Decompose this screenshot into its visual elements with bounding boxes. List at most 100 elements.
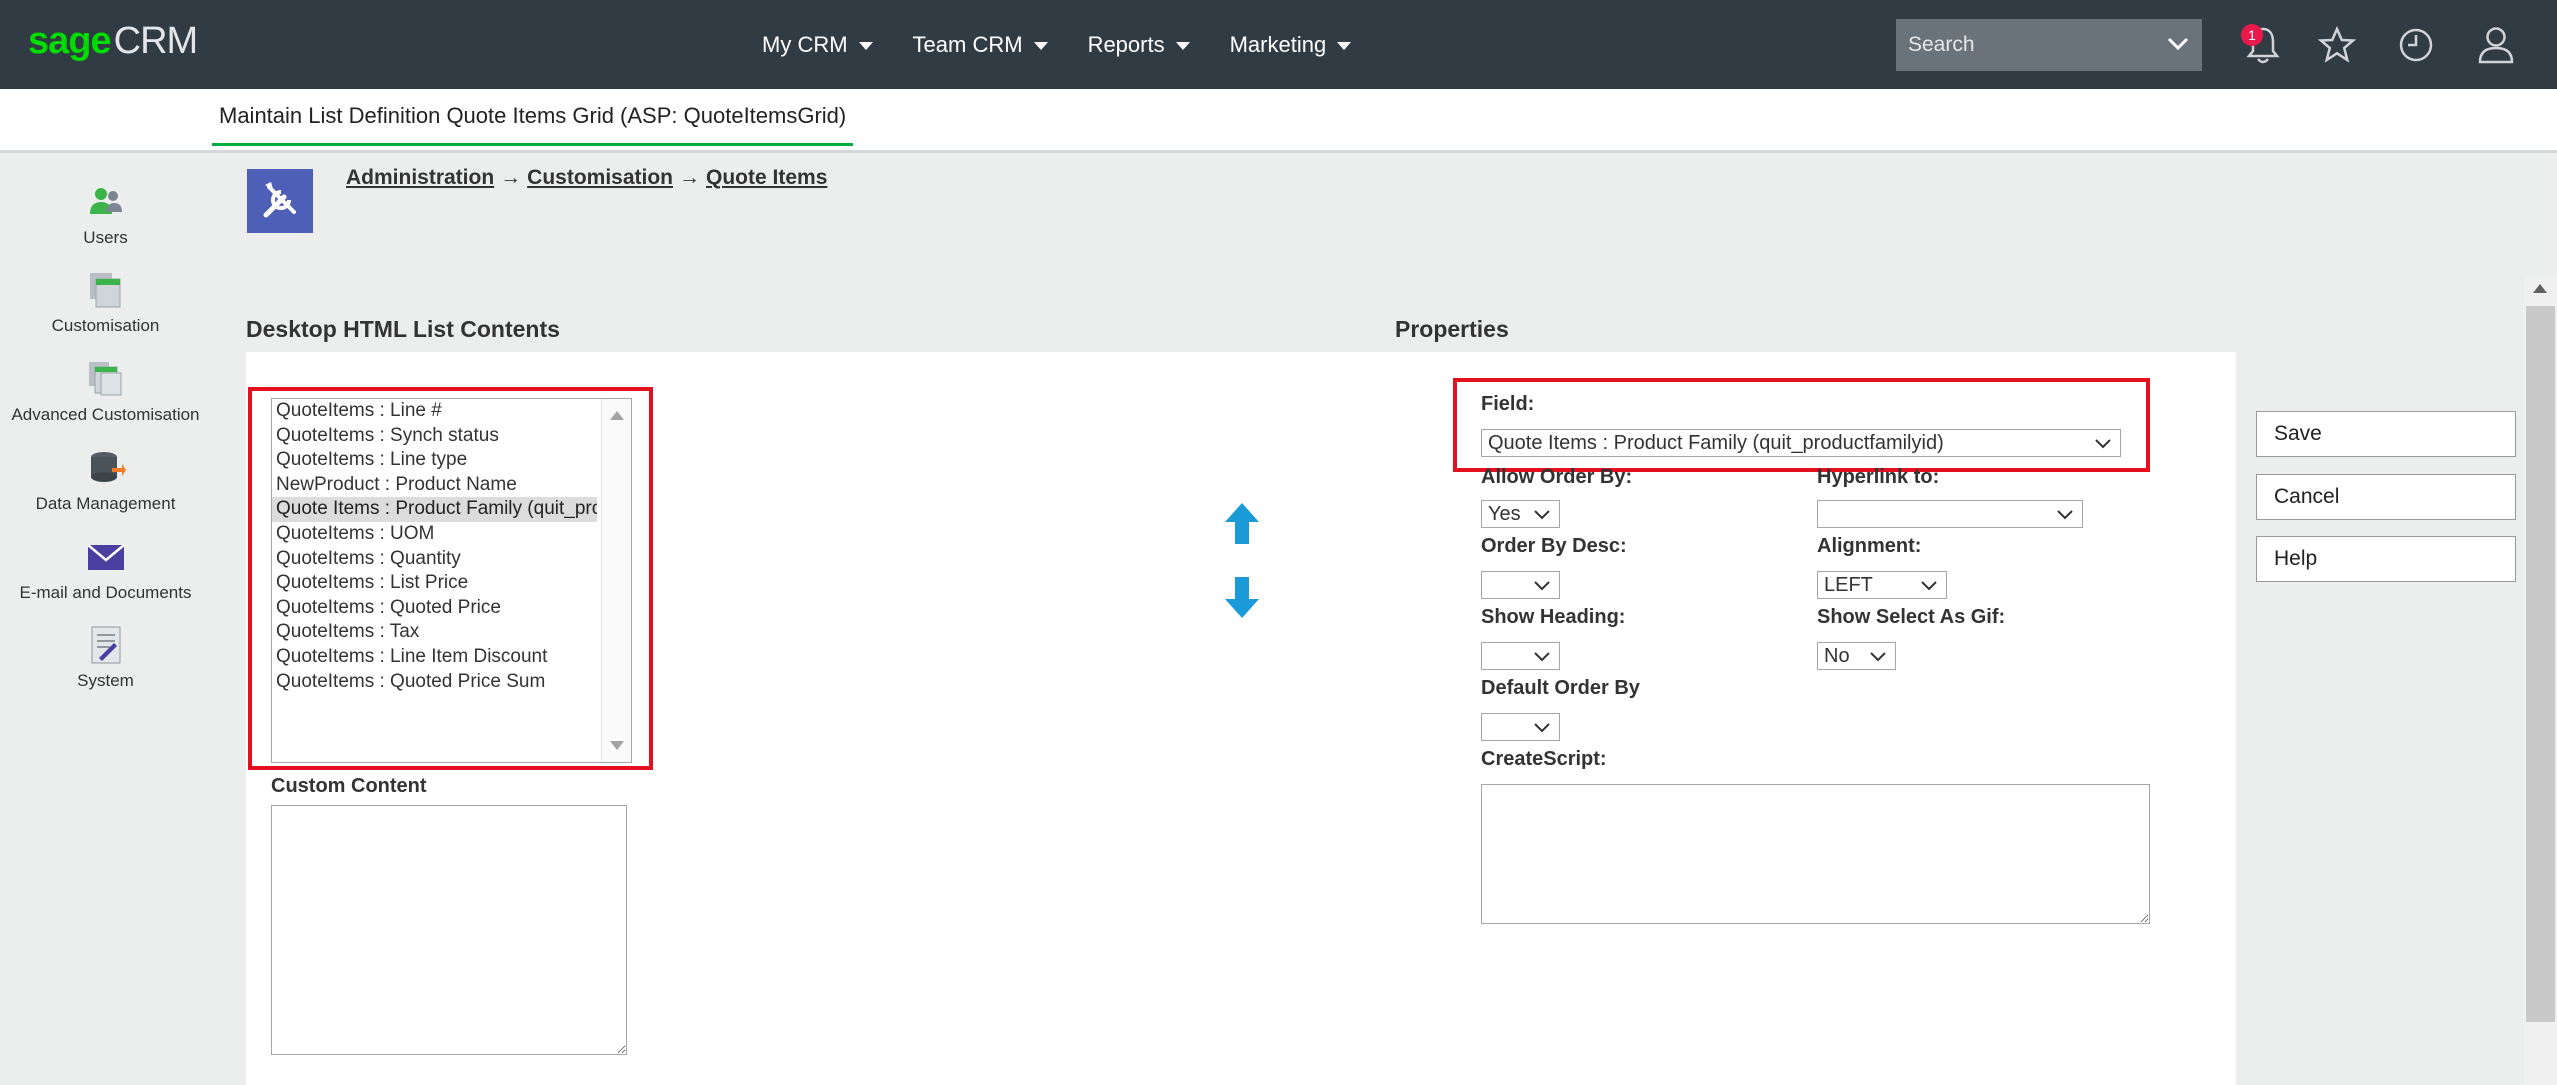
sage-crm-logo[interactable]: sageCRM — [28, 20, 198, 63]
sidebar-item-users[interactable]: Users — [0, 182, 211, 248]
page-title-bar: Maintain List Definition Quote Items Gri… — [0, 89, 2557, 153]
favourites-star-icon[interactable] — [2314, 22, 2360, 68]
order-by-desc-select[interactable] — [1481, 571, 1560, 599]
breadcrumb-customisation[interactable]: Customisation — [527, 166, 673, 189]
alignment-select[interactable]: LEFT — [1817, 571, 1947, 599]
list-item[interactable]: QuoteItems : Line type — [272, 448, 597, 473]
menu-my-crm[interactable]: My CRM — [762, 32, 873, 58]
move-up-arrow-icon[interactable] — [1224, 502, 1260, 546]
chevron-down-icon[interactable] — [2166, 33, 2190, 55]
allow-order-by-select[interactable]: Yes — [1481, 500, 1560, 528]
notification-count-badge: 1 — [2241, 24, 2263, 46]
top-navigation-bar: sageCRM My CRM Team CRM Reports Marketin… — [0, 0, 2557, 89]
list-item[interactable]: QuoteItems : Synch status — [272, 424, 597, 449]
breadcrumb-separator: → — [679, 166, 701, 189]
menu-reports-label: Reports — [1087, 31, 1165, 57]
sidebar-item-system[interactable]: System — [0, 625, 211, 691]
scrollbar-thumb[interactable] — [2526, 306, 2555, 1022]
show-select-as-gif-value: No — [1824, 645, 1850, 667]
list-item[interactable]: QuoteItems : Quoted Price Sum — [272, 670, 597, 695]
data-management-icon — [90, 452, 126, 482]
sidebar-item-label: Customisation — [51, 316, 160, 335]
sidebar-item-customisation[interactable]: Customisation — [0, 270, 211, 336]
list-item[interactable]: QuoteItems : Line # — [272, 399, 597, 424]
system-icon — [91, 626, 120, 664]
alignment-value: LEFT — [1824, 574, 1873, 596]
scroll-down-arrow-icon[interactable] — [610, 741, 624, 750]
breadcrumb-administration[interactable]: Administration — [346, 166, 494, 189]
hyperlink-to-select[interactable] — [1817, 500, 2083, 528]
menu-my-crm-label: My CRM — [762, 31, 848, 57]
listbox-scrollbar[interactable] — [601, 399, 631, 762]
list-item[interactable]: QuoteItems : Quoted Price — [272, 596, 597, 621]
cancel-button[interactable]: Cancel — [2256, 474, 2516, 520]
list-item[interactable]: QuoteItems : List Price — [272, 571, 597, 596]
scroll-up-arrow-icon[interactable] — [2533, 284, 2547, 293]
sidebar-item-label: System — [77, 671, 134, 690]
advanced-customisation-icon — [88, 362, 121, 396]
list-item[interactable]: QuoteItems : UOM — [272, 522, 597, 547]
envelope-icon — [86, 544, 125, 570]
sidebar-item-label: Data Management — [35, 494, 176, 513]
menu-marketing[interactable]: Marketing — [1230, 32, 1352, 58]
list-item[interactable]: QuoteItems : Quantity — [272, 547, 597, 572]
field-highlight-frame — [1453, 378, 2150, 472]
search-input[interactable] — [1896, 33, 2146, 57]
default-order-by-select[interactable] — [1481, 713, 1560, 741]
show-select-as-gif-select[interactable]: No — [1817, 642, 1896, 670]
chevron-down-icon — [2095, 439, 2111, 449]
show-select-as-gif-label: Show Select As Gif: — [1817, 606, 2006, 628]
save-button[interactable]: Save — [2256, 411, 2516, 457]
user-profile-icon[interactable] — [2473, 22, 2519, 68]
sidebar-item-label: E-mail and Documents — [19, 583, 192, 602]
breadcrumb: Administration → Customisation → Quote Items — [346, 166, 827, 190]
caret-down-icon — [1033, 41, 1048, 50]
hyperlink-to-label: Hyperlink to: — [1817, 466, 1940, 488]
chevron-down-icon — [1870, 652, 1886, 662]
move-down-arrow-icon[interactable] — [1224, 575, 1260, 619]
admin-sidebar: Users Customisation Advanced Customisati… — [0, 156, 211, 1085]
search-box — [1896, 19, 2202, 71]
create-script-textarea[interactable] — [1481, 784, 2150, 924]
menu-team-crm[interactable]: Team CRM — [913, 32, 1048, 58]
list-contents-heading: Desktop HTML List Contents — [246, 316, 560, 342]
page-scrollbar[interactable] — [2524, 276, 2557, 1085]
sidebar-item-label: Advanced Customisation — [11, 405, 200, 424]
administration-tools-icon — [247, 169, 313, 233]
breadcrumb-quote-items[interactable]: Quote Items — [706, 166, 827, 189]
list-item[interactable]: QuoteItems : Tax — [272, 620, 597, 645]
sidebar-item-data-management[interactable]: Data Management — [0, 448, 211, 514]
sidebar-item-advanced-customisation[interactable]: Advanced Customisation — [0, 359, 211, 425]
show-heading-select[interactable] — [1481, 642, 1560, 670]
chevron-down-icon — [1534, 581, 1550, 591]
menu-marketing-label: Marketing — [1229, 31, 1327, 57]
page-title-tab[interactable]: Maintain List Definition Quote Items Gri… — [212, 103, 854, 146]
caret-down-icon — [1337, 41, 1352, 50]
chevron-down-icon — [1534, 510, 1550, 520]
logo-brand: sage — [28, 20, 112, 62]
create-script-label: CreateScript: — [1481, 748, 1607, 770]
help-button[interactable]: Help — [2256, 536, 2516, 582]
order-by-desc-label: Order By Desc: — [1481, 535, 1627, 557]
main-menu: My CRM Team CRM Reports Marketing — [762, 0, 1391, 89]
list-item[interactable]: QuoteItems : Line Item Discount — [272, 645, 597, 670]
sidebar-item-label: Users — [83, 228, 128, 247]
field-label: Field: — [1481, 393, 1535, 415]
sidebar-item-email-and-documents[interactable]: E-mail and Documents — [0, 537, 211, 603]
breadcrumb-separator: → — [500, 166, 522, 189]
caret-down-icon — [1175, 41, 1190, 50]
scroll-up-arrow-icon[interactable] — [610, 411, 624, 420]
field-select-value: Quote Items : Product Family (quit_produ… — [1488, 432, 1944, 454]
list-contents-listbox[interactable]: QuoteItems : Line # QuoteItems : Synch s… — [271, 398, 632, 763]
list-item[interactable]: NewProduct : Product Name — [272, 473, 597, 498]
allow-order-by-label: Allow Order By: — [1481, 466, 1633, 488]
chevron-down-icon — [1534, 723, 1550, 733]
chevron-down-icon — [1921, 581, 1937, 591]
list-item-selected[interactable]: Quote Items : Product Family (quit_produ… — [272, 497, 597, 522]
custom-content-textarea[interactable] — [271, 805, 627, 1055]
menu-reports[interactable]: Reports — [1088, 32, 1190, 58]
recent-history-clock-icon[interactable] — [2393, 22, 2439, 68]
properties-heading: Properties — [1395, 316, 1509, 342]
field-select[interactable]: Quote Items : Product Family (quit_produ… — [1481, 429, 2121, 457]
allow-order-by-value: Yes — [1488, 503, 1521, 525]
